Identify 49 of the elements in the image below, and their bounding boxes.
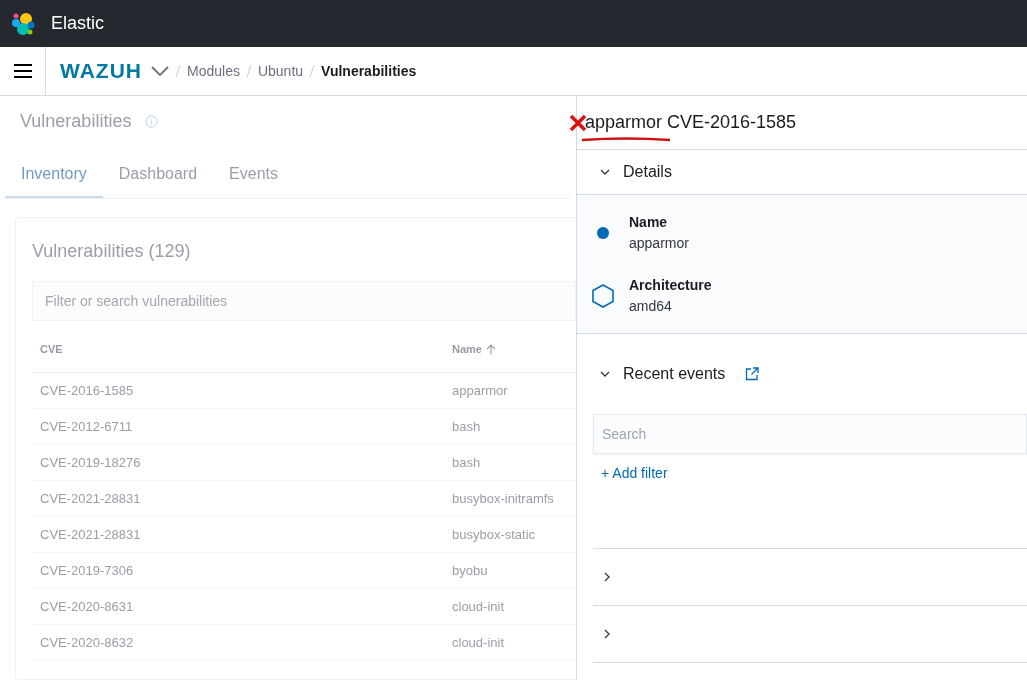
logo-icon — [11, 11, 35, 36]
breadcrumb[interactable]: Ubuntu — [257, 60, 304, 82]
table-cell-text: CVE-2020-8632 — [40, 633, 135, 652]
table-cell-text: byobu — [452, 561, 489, 580]
sort-arrow-icon — [485, 344, 496, 355]
detail-value: apparmor — [629, 234, 689, 253]
app-title: Elastic — [51, 12, 104, 35]
brand-logo: WAZUH — [60, 58, 142, 85]
table-cell-text: bash — [452, 417, 482, 436]
table-cell-text: busybox-initramfs — [452, 489, 555, 508]
tab[interactable]: Inventory — [5, 152, 103, 198]
recent-events-toggle[interactable]: Recent events — [599, 362, 726, 386]
flyout-title-name: apparmor — [585, 109, 663, 136]
cross-mark-icon — [569, 113, 587, 132]
tab[interactable]: Dashboard — [102, 152, 214, 198]
table-cell-text: CVE-2021-28831 — [40, 489, 142, 508]
breadcrumb: Vulnerabilities — [321, 61, 417, 81]
table-cell-text: CVE-2019-7306 — [40, 561, 135, 580]
breadcrumb[interactable]: Modules — [187, 60, 240, 82]
detail-label: Architecture — [629, 276, 712, 295]
breadcrumb-separator — [309, 64, 316, 78]
page-title: Vulnerabilities — [20, 109, 132, 133]
table-cell-text: CVE-2012-6711 — [40, 417, 134, 436]
table-cell-text: busybox-static — [452, 525, 537, 544]
table-cell-text: apparmor — [452, 381, 509, 400]
breadcrumb-separator — [175, 64, 181, 78]
table-cell-text: bash — [452, 453, 482, 472]
column-header[interactable]: CVE — [40, 341, 63, 358]
detail-value: amd64 — [629, 297, 673, 316]
search-field[interactable]: Filter or search vulnerabilities — [32, 281, 576, 321]
external-link-icon[interactable] — [745, 367, 760, 381]
table-cell-text: CVE-2016-1585 — [40, 381, 135, 400]
add-filter-link[interactable]: + Add filter — [601, 463, 668, 484]
table-cell-text: CVE-2019-18276 — [40, 453, 142, 472]
table-cell-text: CVE-2021-28831 — [40, 525, 142, 544]
chevron-down-icon[interactable] — [151, 66, 169, 76]
table-cell-text: cloud-init — [452, 597, 506, 616]
table-cell-text: cloud-init — [452, 633, 506, 652]
flyout-title-id: CVE-2016-1585 — [667, 111, 797, 134]
breadcrumb-separator — [245, 64, 252, 78]
tab[interactable]: Events — [213, 152, 294, 198]
panel-title: Vulnerabilities (129) — [32, 240, 192, 260]
dot-icon — [597, 227, 609, 239]
table-cell-text: CVE-2020-8631 — [40, 597, 135, 616]
detail-label: Name — [629, 213, 669, 232]
column-header[interactable]: Name — [452, 341, 496, 358]
menu-icon — [13, 64, 32, 78]
hexagon-icon — [592, 284, 614, 308]
search-field[interactable]: Search — [593, 414, 1027, 454]
